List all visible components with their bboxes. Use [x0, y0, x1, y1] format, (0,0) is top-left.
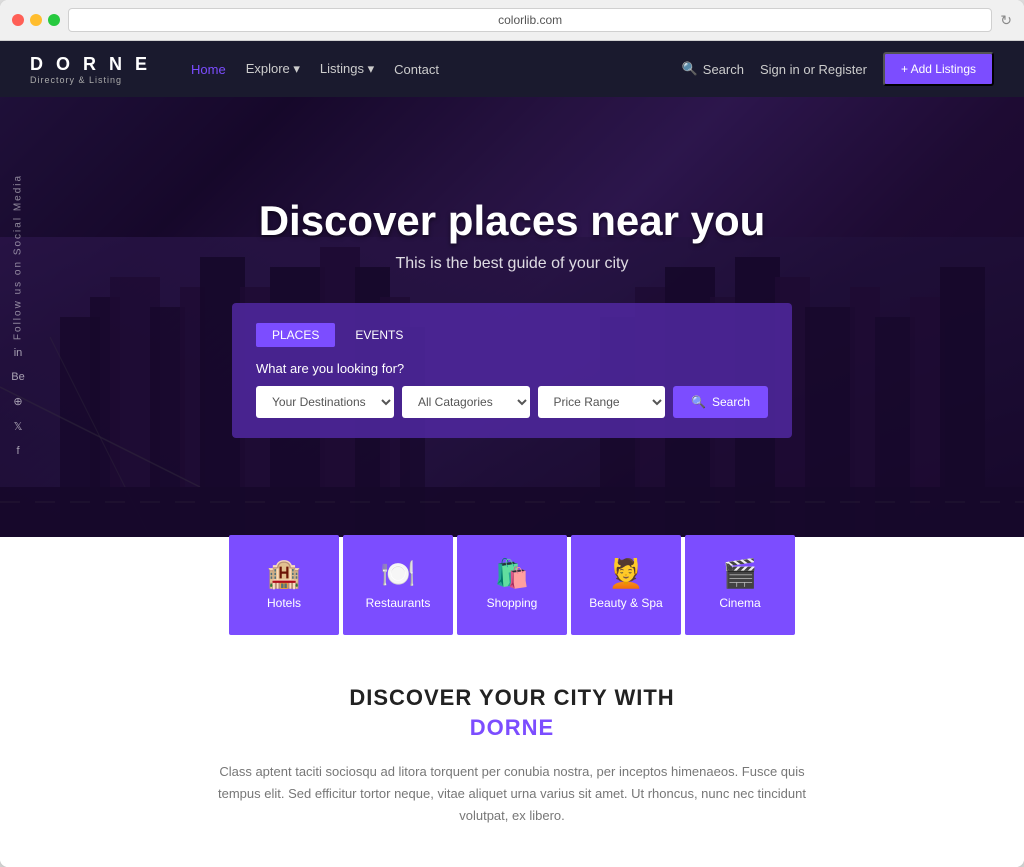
facebook-icon[interactable]: f: [16, 445, 19, 457]
category-select[interactable]: All Catagories: [402, 386, 530, 418]
nav-link-contact[interactable]: Contact: [394, 62, 439, 77]
nav-search-btn[interactable]: 🔍 Search: [682, 61, 744, 77]
search-fields: Your Destinations All Catagories Price R…: [256, 386, 768, 418]
search-btn-label: Search: [712, 395, 750, 409]
hero-subtitle: This is the best guide of your city: [232, 255, 792, 273]
category-beauty-spa[interactable]: 💆 Beauty & Spa: [571, 535, 681, 635]
social-icons-list: in Be ⊕ 𝕏 f: [0, 347, 36, 457]
cinema-label: Cinema: [719, 596, 760, 610]
discover-section: DISCOVER YOUR CITY WITH DORNE Class apte…: [0, 635, 1024, 867]
hero-content: Discover places near you This is the bes…: [212, 197, 812, 438]
search-btn-icon: 🔍: [691, 395, 706, 409]
behance-icon[interactable]: Be: [11, 371, 24, 383]
nav-link-explore[interactable]: Explore ▾: [246, 61, 300, 77]
logo-title: D O R N E: [30, 54, 151, 75]
linkedin-icon[interactable]: in: [14, 347, 23, 359]
cinema-icon: 🎬: [723, 560, 758, 588]
hero-section: Follow us on Social Media in Be ⊕ 𝕏 f Di…: [0, 97, 1024, 537]
price-select[interactable]: Price Range: [538, 386, 666, 418]
browser-url-bar[interactable]: colorlib.com: [68, 8, 992, 32]
nav-links: Home Explore ▾ Listings ▾ Contact: [191, 61, 682, 77]
social-sidebar: Follow us on Social Media in Be ⊕ 𝕏 f: [0, 97, 36, 537]
nav-sign-btn[interactable]: Sign in or Register: [760, 62, 867, 77]
discover-brand: DORNE: [30, 715, 994, 741]
tab-events[interactable]: EVENTS: [339, 323, 419, 347]
category-cinema[interactable]: 🎬 Cinema: [685, 535, 795, 635]
logo[interactable]: D O R N E Directory & Listing: [30, 54, 151, 85]
hotels-label: Hotels: [267, 596, 301, 610]
nav-search-label: Search: [703, 62, 744, 77]
refresh-icon[interactable]: ↻: [1000, 12, 1012, 29]
dribbble-icon[interactable]: ⊕: [13, 395, 22, 408]
nav-add-listings-button[interactable]: + Add Listings: [883, 52, 994, 86]
search-box: PLACES EVENTS What are you looking for? …: [232, 303, 792, 438]
dot-red[interactable]: [12, 14, 24, 26]
search-tabs: PLACES EVENTS: [256, 323, 768, 347]
search-button[interactable]: 🔍 Search: [673, 386, 768, 418]
search-icon: 🔍: [682, 61, 698, 77]
beauty-icon: 💆: [609, 560, 644, 588]
social-sidebar-label: Follow us on Social Media: [13, 174, 24, 340]
browser-window: colorlib.com ↻ D O R N E Directory & Lis…: [0, 0, 1024, 867]
nav-link-listings[interactable]: Listings ▾: [320, 61, 374, 77]
twitter-icon[interactable]: 𝕏: [14, 420, 23, 433]
search-box-label: What are you looking for?: [256, 361, 768, 376]
shopping-label: Shopping: [487, 596, 538, 610]
browser-dots: [12, 14, 60, 26]
browser-chrome: colorlib.com ↻: [0, 0, 1024, 41]
hotels-icon: 🏨: [267, 560, 302, 588]
category-hotels[interactable]: 🏨 Hotels: [229, 535, 339, 635]
discover-heading: DISCOVER YOUR CITY WITH: [30, 685, 994, 711]
dot-yellow[interactable]: [30, 14, 42, 26]
restaurants-label: Restaurants: [366, 596, 431, 610]
shopping-icon: 🛍️: [495, 560, 530, 588]
category-restaurants[interactable]: 🍽️ Restaurants: [343, 535, 453, 635]
navbar: D O R N E Directory & Listing Home Explo…: [0, 41, 1024, 97]
categories-strip: 🏨 Hotels 🍽️ Restaurants 🛍️ Shopping 💆 Be…: [0, 535, 1024, 635]
beauty-label: Beauty & Spa: [589, 596, 662, 610]
nav-link-home[interactable]: Home: [191, 62, 226, 77]
restaurants-icon: 🍽️: [381, 560, 416, 588]
tab-places[interactable]: PLACES: [256, 323, 335, 347]
discover-text: Class aptent taciti sociosqu ad litora t…: [212, 761, 812, 827]
destination-select[interactable]: Your Destinations: [256, 386, 394, 418]
nav-right: 🔍 Search Sign in or Register + Add Listi…: [682, 52, 994, 86]
category-shopping[interactable]: 🛍️ Shopping: [457, 535, 567, 635]
hero-title: Discover places near you: [232, 197, 792, 245]
logo-subtitle: Directory & Listing: [30, 75, 151, 85]
dot-green[interactable]: [48, 14, 60, 26]
